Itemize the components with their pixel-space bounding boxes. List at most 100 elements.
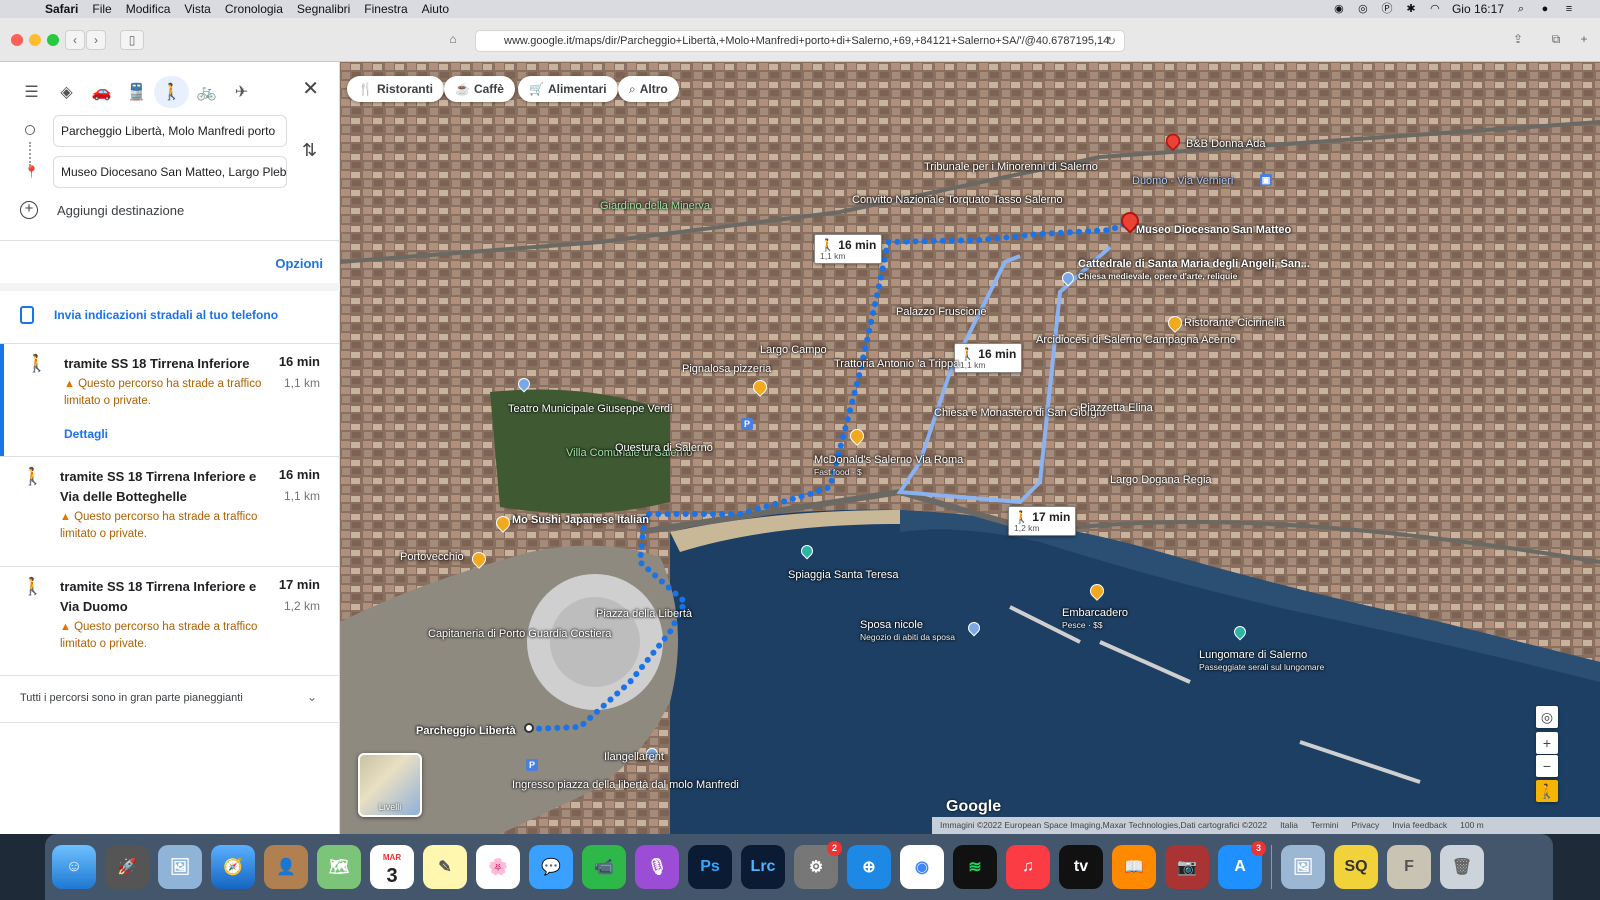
ilangellarent-label[interactable]: Ilangellarent <box>604 751 664 763</box>
route-option-1[interactable]: 🚶 tramite SS 18 Tirrena Inferiore 16 min… <box>0 344 340 456</box>
chip-caffe[interactable]: ☕ Caffè <box>444 76 515 102</box>
maps-icon[interactable]: 🗺 <box>317 845 361 889</box>
options-button[interactable]: Opzioni <box>275 256 323 271</box>
portovecchio-label[interactable]: Portovecchio <box>400 551 464 563</box>
piazzetta-elina-label[interactable]: Piazzetta Elina <box>1080 402 1153 414</box>
duomo-stop-label[interactable]: Duomo - Via Vernieri <box>1132 175 1233 187</box>
home-icon[interactable]: ⌂ <box>443 30 463 50</box>
trattoria-label[interactable]: Trattoria Antonio 'a Trippa <box>834 358 959 370</box>
chrome-icon[interactable]: ◉ <box>900 845 944 889</box>
reload-icon[interactable]: ↻ <box>1106 31 1116 51</box>
close-directions-icon[interactable]: ✕ <box>302 76 319 101</box>
spotlight-search-icon[interactable]: ⌕ <box>1514 3 1528 15</box>
sq-app-icon[interactable]: SQ <box>1334 845 1378 889</box>
menu-segnalibri[interactable]: Segnalibri <box>290 2 357 16</box>
arcidiocesi-label[interactable]: Arcidiocesi di Salerno Campagna Acerno <box>1036 334 1236 346</box>
destination-input[interactable]: Museo Diocesano San Matteo, Largo Plebis… <box>53 156 287 188</box>
embarcadero-label[interactable]: Embarcadero Pesce · $$ <box>1062 607 1128 631</box>
largo-dogana-label[interactable]: Largo Dogana Regia <box>1110 474 1212 486</box>
menu-safari[interactable]: Safari <box>38 2 85 16</box>
finder-icon[interactable]: ☺ <box>52 845 96 889</box>
siri-icon[interactable]: ● <box>1538 3 1552 15</box>
facetime-icon[interactable]: 📹 <box>582 845 626 889</box>
largo-campo-label[interactable]: Largo Campo <box>760 344 827 356</box>
podcasts-icon[interactable]: 🎙 <box>635 845 679 889</box>
pignalosa-label[interactable]: Pignalosa pizzeria <box>682 363 771 375</box>
best-route-icon[interactable]: ◈ <box>49 76 84 108</box>
street-view-icon[interactable]: 🚶 <box>1536 780 1558 802</box>
spotify-icon[interactable]: ≋ <box>953 845 997 889</box>
spiaggia-label[interactable]: Spiaggia Santa Teresa <box>788 569 899 581</box>
preview-icon[interactable]: 🖼 <box>158 845 202 889</box>
capitaneria-label[interactable]: Capitaneria di Porto Guardia Costiera <box>428 628 611 640</box>
send-to-phone-button[interactable]: Invia indicazioni stradali al tuo telefo… <box>20 306 278 324</box>
ristorante-cicirinella-label[interactable]: Ristorante Cicirinella <box>1184 317 1285 329</box>
palazzo-label[interactable]: Palazzo Fruscione <box>896 306 987 318</box>
transit-icon[interactable]: 🚆 <box>119 76 154 108</box>
contacts-icon[interactable]: 👤 <box>264 845 308 889</box>
chip-altro[interactable]: ⌕ Altro <box>618 76 679 102</box>
my-location-icon[interactable]: ◎ <box>1536 706 1558 728</box>
wifi-icon[interactable]: ◠ <box>1428 3 1442 15</box>
status-app-icon[interactable]: ◉ <box>1332 3 1346 15</box>
origin-input[interactable]: Parcheggio Libertà, Molo Manfredi porto <box>53 115 287 147</box>
route-details-link[interactable]: Dettagli <box>64 427 108 441</box>
new-tab-icon[interactable]: + <box>1574 30 1594 50</box>
tabs-overview-icon[interactable]: ⧉ <box>1546 30 1566 50</box>
satellite-map[interactable]: 🍴 Ristoranti ☕ Caffè 🛒 Alimentari ⌕ Altro Mu… <box>340 62 1600 834</box>
chip-alimentari[interactable]: 🛒 Alimentari <box>518 76 618 102</box>
trash-icon[interactable]: 🗑 <box>1440 845 1484 889</box>
photos-icon[interactable]: 🌸 <box>476 845 520 889</box>
menu-vista[interactable]: Vista <box>177 2 217 16</box>
bicycle-icon[interactable]: 🚲 <box>189 76 224 108</box>
image-capture-icon[interactable]: 🖼 <box>1281 845 1325 889</box>
zoom-window-button[interactable] <box>47 34 59 46</box>
control-center-icon[interactable]: ≡ <box>1562 3 1576 15</box>
menu-aiuto[interactable]: Aiuto <box>415 2 456 16</box>
menubar-clock[interactable]: Gio 16:17 <box>1452 2 1504 16</box>
photoshop-icon[interactable]: Ps <box>688 845 732 889</box>
museo-label[interactable]: Museo Diocesano San Matteo <box>1136 224 1291 236</box>
messages-icon[interactable]: 💬 <box>529 845 573 889</box>
menu-icon[interactable]: ☰ <box>14 76 49 108</box>
route-option-2[interactable]: 🚶 tramite SS 18 Tirrena Inferiore e Via … <box>0 457 340 563</box>
walking-icon[interactable]: 🚶 <box>154 76 189 108</box>
add-destination-button[interactable]: + Aggiungi destinazione <box>20 201 184 219</box>
bb-label[interactable]: B&B Donna Ada <box>1186 138 1266 150</box>
system-preferences-icon[interactable]: ⚙ 2 <box>794 841 842 889</box>
terms-link[interactable]: Termini <box>1311 817 1338 834</box>
calendar-icon[interactable]: MAR 3 <box>370 845 414 889</box>
transit-stop-icon[interactable]: ▣ <box>1260 174 1272 186</box>
origin-marker[interactable] <box>524 723 534 733</box>
close-window-button[interactable] <box>11 34 23 46</box>
layers-button[interactable]: Livelli <box>358 753 422 817</box>
giardino-label[interactable]: Giardino della Minerva <box>600 200 710 212</box>
address-bar[interactable]: www.google.it/maps/dir/Parcheggio+Libert… <box>475 30 1125 52</box>
flight-icon[interactable]: ✈ <box>224 76 259 108</box>
car-icon[interactable]: 🚗 <box>84 76 119 108</box>
privacy-link[interactable]: Privacy <box>1351 817 1379 834</box>
parcheggio-label[interactable]: Parcheggio Libertà <box>416 725 516 737</box>
minimize-window-button[interactable] <box>29 34 41 46</box>
mo-sushi-label[interactable]: Mo Sushi Japanese Italian <box>512 514 649 526</box>
questura-label[interactable]: Questura di Salerno <box>615 442 713 454</box>
photo-booth-icon[interactable]: 📷 <box>1165 845 1209 889</box>
route-callout-2[interactable]: 🚶 16 min 1,1 km <box>954 343 1023 373</box>
cattedrale-label[interactable]: Cattedrale di Santa Maria degli Angeli, … <box>1078 258 1310 282</box>
lungomare-label[interactable]: Lungomare di Salerno Passeggiate serali s… <box>1199 649 1324 673</box>
piazza-liberta-label[interactable]: Piazza della Libertà <box>596 608 692 620</box>
sidebar-toggle-icon[interactable]: ▯ <box>120 30 144 50</box>
bluetooth-icon[interactable]: ✱ <box>1404 3 1418 15</box>
launchpad-icon[interactable]: 🚀 <box>105 845 149 889</box>
creative-cloud-icon[interactable]: ◎ <box>1356 3 1370 15</box>
menu-finestra[interactable]: Finestra <box>357 2 414 16</box>
parking-icon[interactable]: P <box>741 418 753 430</box>
parking-status-icon[interactable]: Ⓟ <box>1380 3 1394 15</box>
font-book-icon[interactable]: F <box>1387 845 1431 889</box>
share-icon[interactable]: ⇪ <box>1508 30 1528 50</box>
mcdonalds-label[interactable]: McDonald's Salerno Via Roma Fast food · $ <box>814 454 963 478</box>
app-store-icon[interactable]: A3 <box>1218 841 1266 889</box>
books-icon[interactable]: 📖 <box>1112 845 1156 889</box>
flat-terrain-note[interactable]: Tutti i percorsi sono in gran parte pian… <box>20 692 243 704</box>
zoom-out-button[interactable]: − <box>1536 755 1558 777</box>
